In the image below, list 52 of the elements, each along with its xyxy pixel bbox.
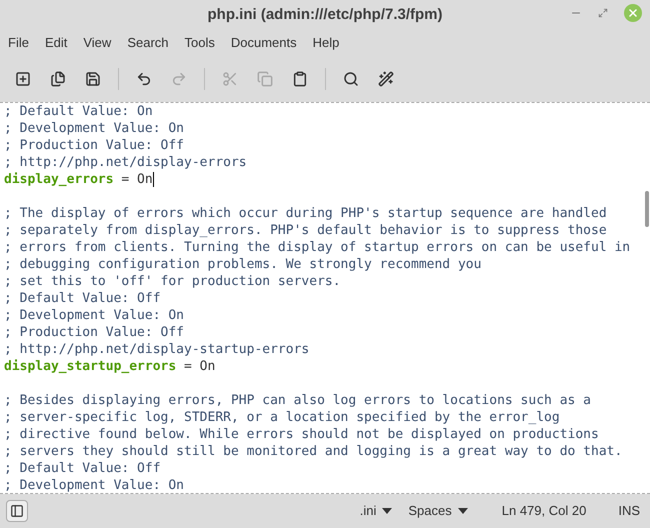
wand-icon <box>378 70 394 86</box>
menu-item[interactable]: Documents <box>230 32 297 52</box>
close-icon <box>627 7 639 19</box>
undo-icon <box>136 70 152 86</box>
sidebar-toggle-button[interactable] <box>6 500 28 522</box>
code-comment: ; Development Value: On <box>4 477 184 493</box>
code-comment: ; debugging configuration problems. We strongly recommend you <box>4 256 482 273</box>
sidebar-icon <box>10 504 24 518</box>
code-comment: ; http://php.net/display-startup-errors <box>4 341 310 358</box>
menu-item[interactable]: File <box>8 32 29 52</box>
code-comment: ; directive found below. While errors should not be displayed on productions <box>4 426 599 443</box>
maximize-icon[interactable] <box>598 8 608 18</box>
language-dropdown[interactable]: .ini <box>360 501 392 521</box>
code-comment: ; Development Value: On <box>4 120 184 137</box>
code-comment: ; Default Value: Off <box>4 460 161 477</box>
code-comment: ; Development Value: On <box>4 307 184 324</box>
code-comment: ; Production Value: Off <box>4 324 184 341</box>
code-comment: ; The display of errors which occur during PHP's startup sequence are handled <box>4 205 607 222</box>
code-comment: ; errors from clients. Turning the display of startup errors on can be useful in <box>4 239 630 256</box>
code-comment: ; Besides displaying errors, PHP can also log errors to locations such as a <box>4 392 591 409</box>
cut-icon <box>222 70 238 86</box>
code-comment: ; Default Value: On <box>4 103 153 120</box>
search-icon <box>343 70 359 86</box>
save-icon <box>85 70 101 86</box>
code-comment: ; servers they should still be monitored and logging is a great way to do that. <box>4 443 622 460</box>
setting-key: display_startup_errors <box>4 358 176 375</box>
paste-icon <box>292 70 308 86</box>
redo-icon <box>171 70 187 86</box>
scrollbar-thumb[interactable] <box>645 191 649 227</box>
code-comment: ; separately from display_errors. PHP's default behavior is to suppress those <box>4 222 607 239</box>
insert-mode: INS <box>618 502 640 520</box>
dropdown-triangle-icon <box>458 508 468 514</box>
copy-icon <box>257 70 273 86</box>
menu-item[interactable]: View <box>83 32 112 52</box>
code-comment: ; set this to 'off' for production servers. <box>4 273 341 290</box>
cursor-position: Ln 479, Col 20 <box>502 502 586 520</box>
menu-item[interactable]: Help <box>312 32 340 52</box>
code-comment: ; server-specific log, STDERR, or a location specified by the error_log <box>4 409 560 426</box>
code-comment: ; http://php.net/display-errors <box>4 154 247 171</box>
window-title: php.ini (admin:///etc/php/7.3/fpm) <box>208 4 442 25</box>
indent-dropdown[interactable]: Spaces <box>408 501 468 521</box>
code-comment: ; Default Value: Off <box>4 290 161 307</box>
setting-value: = On <box>183 358 216 375</box>
code-comment: ; Production Value: Off <box>4 137 184 154</box>
menu-item[interactable]: Tools <box>184 32 215 52</box>
setting-value: = On <box>120 171 153 188</box>
menu-item[interactable]: Search <box>127 32 169 52</box>
documents-icon <box>50 70 66 86</box>
dropdown-triangle-icon <box>382 508 392 514</box>
new-file-icon <box>15 70 31 86</box>
setting-key: display_errors <box>4 171 114 188</box>
menu-item[interactable]: Edit <box>44 32 68 52</box>
